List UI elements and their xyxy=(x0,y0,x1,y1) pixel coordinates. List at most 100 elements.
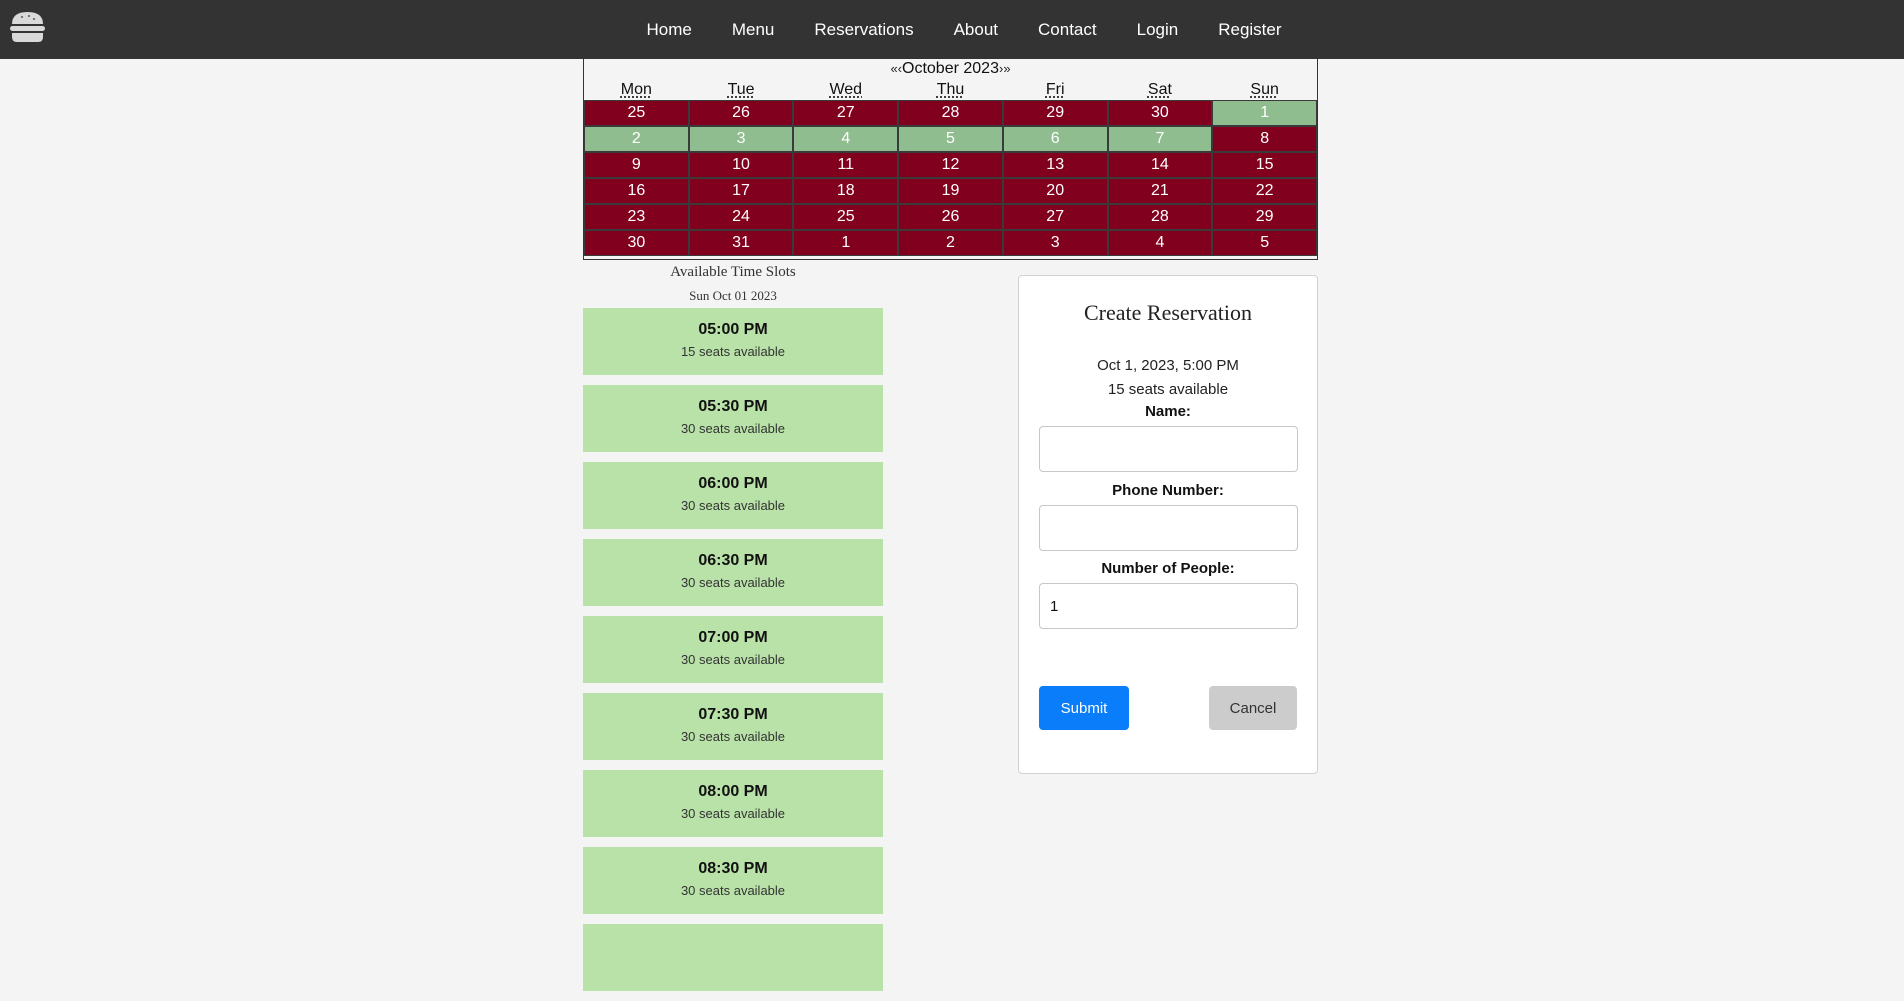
calendar-day[interactable]: 29 xyxy=(1002,100,1108,126)
calendar-day-available[interactable]: 4 xyxy=(793,126,899,152)
time-slot-card[interactable]: 06:30 PM 30 seats available xyxy=(583,539,883,606)
selected-datetime: Oct 1, 2023, 5:00 PM xyxy=(1097,357,1239,374)
top-navbar: Home Menu Reservations About Contact Log… xyxy=(0,0,1904,59)
calendar-day[interactable]: 20 xyxy=(1002,178,1108,204)
calendar-day[interactable]: 12 xyxy=(898,152,1003,178)
time-slot-time: 08:30 PM xyxy=(698,860,768,877)
form-title: Create Reservation xyxy=(1084,300,1252,325)
nav-about-link[interactable]: About xyxy=(954,20,998,40)
time-slots-header: Available Time Slots Sun Oct 01 2023 xyxy=(583,263,883,305)
calendar-day[interactable]: 1 xyxy=(793,230,899,256)
submit-button[interactable]: Submit xyxy=(1039,686,1129,730)
time-slot-card[interactable]: 08:30 PM 30 seats available xyxy=(583,847,883,914)
calendar-day[interactable]: 13 xyxy=(1002,152,1108,178)
time-slot-seats: 30 seats available xyxy=(680,729,786,744)
nav-menu-link[interactable]: Menu xyxy=(732,20,775,40)
calendar-day[interactable]: 31 xyxy=(688,230,794,256)
time-slot-seats: 30 seats available xyxy=(680,652,786,667)
time-slot-time: 06:30 PM xyxy=(698,552,768,569)
calendar-day[interactable]: 3 xyxy=(1002,230,1108,256)
cancel-button[interactable]: Cancel xyxy=(1209,686,1297,730)
time-slot-card[interactable]: 08:00 PM 30 seats available xyxy=(583,770,883,837)
time-slot-time: 05:00 PM xyxy=(698,321,768,338)
weekday-sun: Sun xyxy=(1250,81,1279,98)
create-reservation-form: Create Reservation Oct 1, 2023, 5:00 PM … xyxy=(1018,275,1318,774)
calendar-day[interactable]: 30 xyxy=(584,230,689,256)
calendar-day[interactable]: 2 xyxy=(898,230,1003,256)
name-input[interactable] xyxy=(1039,426,1298,472)
weekday-fri: Fri xyxy=(1045,81,1065,98)
time-slot-time: 05:30 PM xyxy=(698,398,768,415)
prev-year-button[interactable]: « xyxy=(890,61,897,76)
time-slot-seats: 30 seats available xyxy=(680,498,786,513)
calendar-day-available[interactable]: 5 xyxy=(898,126,1003,152)
time-slot-card[interactable]: 07:00 PM 30 seats available xyxy=(583,616,883,683)
calendar-day[interactable]: 26 xyxy=(898,204,1003,230)
calendar-day[interactable]: 18 xyxy=(793,178,899,204)
calendar-day[interactable]: 19 xyxy=(898,178,1003,204)
calendar-day[interactable]: 5 xyxy=(1212,230,1317,256)
calendar-day[interactable]: 25 xyxy=(793,204,899,230)
time-slots-date: Sun Oct 01 2023 xyxy=(689,288,777,303)
time-slot-card[interactable]: 06:00 PM 30 seats available xyxy=(583,462,883,529)
calendar-navigation: «‹October 2023›» xyxy=(584,59,1317,79)
nav-contact-link[interactable]: Contact xyxy=(1038,20,1097,40)
calendar-day[interactable]: 26 xyxy=(688,100,794,126)
nav-home-link[interactable]: Home xyxy=(646,20,691,40)
weekday-mon: Mon xyxy=(620,81,652,98)
nav-login-link[interactable]: Login xyxy=(1137,20,1179,40)
calendar-day[interactable]: 24 xyxy=(688,204,794,230)
calendar-day-available[interactable]: 1 xyxy=(1212,100,1317,126)
calendar-day[interactable]: 27 xyxy=(793,100,899,126)
phone-label: Phone Number: xyxy=(1112,482,1224,499)
weekday-wed: Wed xyxy=(829,81,863,98)
calendar-day[interactable]: 30 xyxy=(1107,100,1213,126)
calendar-day-available[interactable]: 2 xyxy=(584,126,689,152)
time-slot-seats: 30 seats available xyxy=(680,883,786,898)
calendar-day[interactable]: 4 xyxy=(1107,230,1213,256)
time-slot-card[interactable]: 05:00 PM 15 seats available xyxy=(583,308,883,375)
phone-input[interactable] xyxy=(1039,505,1298,551)
time-slot-time: 08:00 PM xyxy=(698,783,768,800)
calendar-day[interactable]: 28 xyxy=(898,100,1003,126)
time-slot-time: 06:00 PM xyxy=(698,475,768,492)
weekday-sat: Sat xyxy=(1147,81,1172,98)
calendar-day[interactable]: 15 xyxy=(1212,152,1317,178)
calendar-day[interactable]: 8 xyxy=(1212,126,1317,152)
weekday-tue: Tue xyxy=(727,81,755,98)
calendar-month-label[interactable]: October 2023 xyxy=(902,60,999,77)
calendar-day[interactable]: 9 xyxy=(584,152,689,178)
people-input[interactable] xyxy=(1039,583,1298,629)
time-slot-seats: 30 seats available xyxy=(680,806,786,821)
nav-register-link[interactable]: Register xyxy=(1218,20,1281,40)
calendar-weekdays: Mon Tue Wed Thu Fri Sat Sun xyxy=(584,79,1317,100)
calendar-day[interactable]: 11 xyxy=(793,152,899,178)
calendar-day[interactable]: 28 xyxy=(1107,204,1213,230)
name-label: Name: xyxy=(1145,403,1191,420)
calendar-day-available[interactable]: 6 xyxy=(1002,126,1108,152)
calendar-day[interactable]: 29 xyxy=(1212,204,1317,230)
selected-slot-summary: Oct 1, 2023, 5:00 PM 15 seats available xyxy=(1019,354,1317,402)
calendar-day[interactable]: 22 xyxy=(1212,178,1317,204)
calendar-day-available[interactable]: 3 xyxy=(688,126,794,152)
time-slot-seats: 30 seats available xyxy=(680,421,786,436)
time-slots-list: 05:00 PM 15 seats available 05:30 PM 30 sea… xyxy=(583,308,883,1001)
calendar-day[interactable]: 23 xyxy=(584,204,689,230)
calendar-day[interactable]: 14 xyxy=(1107,152,1213,178)
nav-reservations-link[interactable]: Reservations xyxy=(814,20,913,40)
time-slot-time: 07:00 PM xyxy=(698,629,768,646)
selected-seats: 15 seats available xyxy=(1107,381,1229,398)
calendar-day[interactable]: 16 xyxy=(584,178,689,204)
calendar-day[interactable]: 25 xyxy=(584,100,689,126)
time-slot-seats: 30 seats available xyxy=(680,575,786,590)
calendar-day-available[interactable]: 7 xyxy=(1107,126,1213,152)
time-slot-card[interactable]: 07:30 PM 30 seats available xyxy=(583,693,883,760)
calendar-day[interactable]: 21 xyxy=(1107,178,1213,204)
calendar-day[interactable]: 27 xyxy=(1002,204,1108,230)
calendar-day[interactable]: 17 xyxy=(688,178,794,204)
people-label: Number of People: xyxy=(1101,560,1235,577)
time-slot-card[interactable]: 05:30 PM 30 seats available xyxy=(583,385,883,452)
calendar-day[interactable]: 10 xyxy=(688,152,794,178)
time-slot-card[interactable] xyxy=(583,924,883,991)
next-year-button[interactable]: » xyxy=(1003,61,1010,76)
